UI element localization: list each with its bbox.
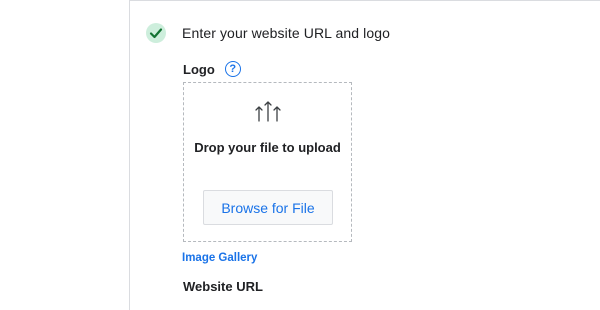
logo-label: Logo: [183, 61, 215, 77]
setup-step-panel: Enter your website URL and logo Logo ? D…: [129, 0, 600, 310]
check-icon: [149, 28, 163, 39]
step-title: Enter your website URL and logo: [182, 25, 391, 41]
logo-dropzone[interactable]: Drop your file to upload Browse for File: [183, 82, 352, 242]
upload-arrows-icon: [255, 101, 281, 122]
logo-label-row: Logo ?: [183, 61, 241, 77]
website-url-label: Website URL: [183, 279, 263, 294]
step-header: Enter your website URL and logo: [146, 23, 390, 43]
browse-for-file-button[interactable]: Browse for File: [203, 190, 333, 225]
question-mark-icon[interactable]: ?: [224, 61, 241, 77]
image-gallery-link[interactable]: Image Gallery: [182, 252, 257, 264]
dropzone-text: Drop your file to upload: [194, 140, 341, 155]
step-complete-indicator: [146, 23, 166, 43]
